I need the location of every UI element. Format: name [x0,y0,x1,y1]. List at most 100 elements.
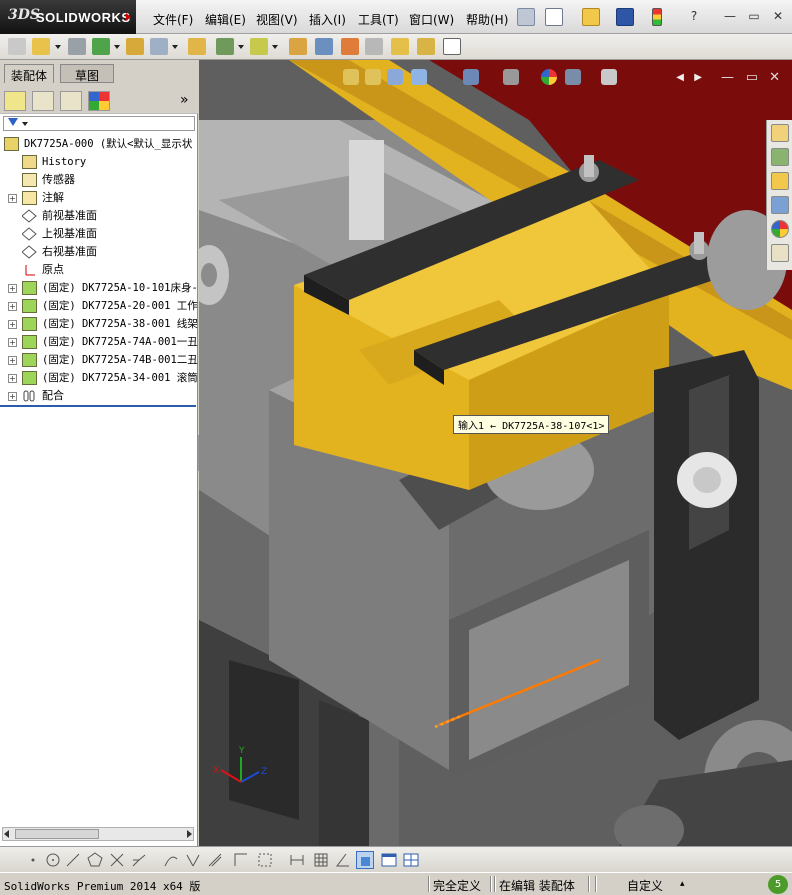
smart-fasteners-icon[interactable] [126,38,144,55]
show-hidden-icon[interactable] [188,38,206,55]
bill-of-materials-icon[interactable] [315,38,333,55]
section-view-icon[interactable] [411,69,427,85]
next-viewport-icon[interactable]: ▶ [694,72,702,83]
grid-icon[interactable] [312,851,330,869]
graphics-area[interactable]: X Y Z ◀ ▶ — ▭ ✕ 输入1 ← DK7725A-38-107<1> [199,60,792,846]
pin-menu-icon[interactable] [517,8,535,26]
units-caret-icon[interactable]: ▴ [680,879,685,889]
trim-icon[interactable] [108,851,126,869]
expand-toggle-icon[interactable]: + [8,194,17,203]
expand-toggle-icon[interactable]: + [8,302,17,311]
point-icon[interactable] [24,851,42,869]
linear-pattern-icon[interactable] [92,38,110,55]
view-settings-icon[interactable] [601,69,617,85]
design-library-icon[interactable] [771,148,789,166]
explode-line-sketch-icon[interactable] [365,38,383,55]
dropdown-arrow-icon[interactable] [55,45,61,49]
notifications-badge[interactable]: 5 [768,875,788,894]
menu-file[interactable]: 文件(F) [153,11,193,28]
exploded-view-icon[interactable] [341,38,359,55]
previous-view-icon[interactable] [387,69,403,85]
tree-rollback-bar[interactable] [0,405,196,407]
menu-view[interactable]: 视图(V) [256,11,298,28]
horizontal-scrollbar[interactable] [2,827,194,841]
tab-assembly[interactable]: 装配体 [4,64,55,83]
menu-window[interactable]: 窗口(W) [409,11,454,28]
assembly-features-icon[interactable] [216,38,234,55]
view-layout-single-icon[interactable] [380,851,398,869]
tree-filter[interactable] [3,116,195,131]
scroll-left-icon[interactable] [4,830,9,838]
units-selector[interactable]: 自定义 [627,877,663,894]
new-document-icon[interactable] [545,8,563,26]
insert-component-icon[interactable] [8,38,26,55]
circle-icon[interactable] [44,851,62,869]
apply-scene-icon[interactable] [565,69,581,85]
smart-dimension-icon[interactable] [288,851,306,869]
restore-button[interactable]: ▭ [746,9,762,23]
viewport-restore-icon[interactable]: ▭ [746,70,758,85]
open-folder-icon[interactable] [582,8,600,26]
new-motion-study-icon[interactable] [289,38,307,55]
3d-sketch-icon[interactable] [356,851,374,869]
configuration-manager-icon[interactable] [60,91,82,111]
filter-dropdown-icon[interactable] [22,122,28,126]
feature-manager-tree-icon[interactable] [4,91,26,111]
mate-icon[interactable] [68,38,86,55]
help-icon[interactable]: ? [686,9,702,23]
scroll-thumb[interactable] [15,829,99,839]
extend-icon[interactable] [130,851,148,869]
dropdown-arrow-icon[interactable] [238,45,244,49]
solidworks-logo[interactable]: 3DS SOLIDWORKS [0,0,136,34]
mirror-icon[interactable] [184,851,202,869]
line-icon[interactable] [64,851,82,869]
offset-icon[interactable] [162,851,180,869]
expand-toggle-icon[interactable]: + [8,392,17,401]
resources-home-icon[interactable] [771,124,789,142]
dropdown-arrow-icon[interactable] [172,45,178,49]
view-palette-icon[interactable] [771,196,789,214]
rebuild-traffic-light-icon[interactable] [652,8,662,26]
clearance-verification-icon[interactable] [417,38,435,55]
reference-geometry-icon[interactable] [250,38,268,55]
angle-icon[interactable] [334,851,352,869]
viewport-minimize-icon[interactable]: — [721,70,734,85]
new-part-icon[interactable] [32,38,50,55]
edit-appearance-icon[interactable] [541,69,557,85]
display-manager-icon[interactable] [88,91,110,111]
view-orientation-icon[interactable] [463,69,479,85]
menu-tools[interactable]: 工具(T) [358,11,399,28]
viewport-close-icon[interactable]: ✕ [769,70,780,85]
save-icon[interactable] [616,8,634,26]
interference-detection-icon[interactable] [391,38,409,55]
menu-help[interactable]: 帮助(H) [466,11,508,28]
custom-properties-icon[interactable] [771,244,789,262]
move-component-icon[interactable] [150,38,168,55]
expand-toggle-icon[interactable]: + [8,338,17,347]
property-manager-icon[interactable] [32,91,54,111]
scroll-right-icon[interactable] [187,830,192,838]
tab-sketch[interactable]: 草图 [60,64,114,83]
corner-rectangle-icon[interactable] [232,851,250,869]
dropdown-arrow-icon[interactable] [272,45,278,49]
expand-toggle-icon[interactable]: + [8,356,17,365]
menu-insert[interactable]: 插入(I) [309,11,346,28]
close-button[interactable]: ✕ [770,9,786,23]
display-style-icon[interactable] [503,69,519,85]
zoom-to-fit-icon[interactable] [343,69,359,85]
minimize-button[interactable]: — [722,9,738,23]
zoom-to-area-icon[interactable] [365,69,381,85]
file-explorer-icon[interactable] [771,172,789,190]
expand-toggle-icon[interactable]: + [8,320,17,329]
menu-edit[interactable]: 编辑(E) [205,11,246,28]
appearances-icon[interactable] [771,220,789,238]
polygon-icon[interactable] [86,851,104,869]
instant3d-icon[interactable] [443,38,461,55]
expand-toggle-icon[interactable]: + [8,374,17,383]
expand-tabs-icon[interactable]: » [180,92,189,108]
prev-viewport-icon[interactable]: ◀ [676,72,684,83]
view-layout-split-icon[interactable] [402,851,420,869]
dropdown-arrow-icon[interactable] [114,45,120,49]
expand-toggle-icon[interactable]: + [8,284,17,293]
convert-entities-icon[interactable] [206,851,224,869]
